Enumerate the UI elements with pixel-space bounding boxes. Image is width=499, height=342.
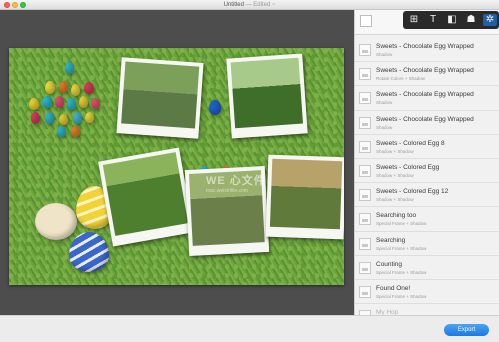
document-status: — Edited ~	[245, 2, 276, 8]
layer-thumbnail-icon	[359, 116, 371, 129]
chocolate-egg-wrapped[interactable]	[59, 81, 68, 93]
photo-frame-found-one[interactable]	[226, 53, 308, 139]
layer-effects: Special Frame + Shadow	[376, 269, 427, 275]
layer-effects: Special Frame + Shadow	[376, 245, 427, 251]
layer-row[interactable]: Searching Special Frame + Shadow	[355, 231, 499, 256]
photo-image	[102, 152, 189, 236]
layer-effects: Shadow + Shadow	[376, 148, 414, 154]
layer-thumbnail-icon	[359, 285, 371, 298]
layer-effects: Special Frame + Shadow	[376, 221, 427, 227]
layer-thumbnail-icon	[359, 140, 371, 153]
photo-frame-counting[interactable]	[116, 57, 204, 139]
chocolate-egg-wrapped[interactable]	[29, 98, 39, 110]
chocolate-egg-wrapped[interactable]	[84, 82, 94, 94]
add-clipart-icon[interactable]: ☗	[464, 14, 478, 26]
add-text-icon[interactable]: T	[426, 14, 440, 26]
chocolate-egg-wrapped[interactable]	[79, 96, 88, 108]
title-bar: Untitled — Edited ~	[0, 0, 499, 10]
chocolate-egg-wrapped[interactable]	[71, 126, 80, 137]
collage-canvas[interactable]	[9, 48, 344, 285]
layer-row[interactable]: Searching too Special Frame + Shadow	[355, 207, 499, 232]
layer-name: Searching too	[376, 212, 417, 220]
chocolate-egg-wrapped[interactable]	[55, 96, 64, 108]
export-button[interactable]: Export	[444, 324, 489, 336]
layer-effects: Shadow	[376, 124, 393, 130]
canvas-area: WE 心文件 mac.weixinfile.com	[0, 10, 354, 315]
layer-name: Counting	[376, 260, 403, 268]
layer-thumbnail-icon	[359, 261, 371, 274]
layer-row[interactable]: Counting Special Frame + Shadow	[355, 255, 499, 280]
layer-thumbnail-icon	[359, 164, 371, 177]
chocolate-egg-wrapped[interactable]	[91, 98, 100, 109]
layer-name: Sweets - Chocolate Egg Wrapped	[376, 115, 474, 123]
watermark-text: WE 心文件	[206, 175, 266, 187]
layer-effects: Shadow	[376, 100, 393, 106]
chocolate-egg-wrapped[interactable]	[42, 96, 52, 108]
document-name: Untitled	[223, 2, 244, 8]
photo-image	[230, 57, 304, 129]
layer-name: Found One!	[376, 284, 411, 292]
add-shape-icon[interactable]: ◧	[445, 14, 459, 26]
app-window: Untitled — Edited ~ WE 心文件 mac.weixinfil…	[0, 0, 499, 342]
document-title: Untitled — Edited ~	[0, 0, 499, 10]
colored-egg-cream[interactable]	[35, 203, 77, 240]
layer-row[interactable]: Sweets - Colored Egg 8 Shadow + Shadow	[355, 134, 499, 159]
chocolate-egg-wrapped[interactable]	[57, 126, 66, 137]
layer-thumbnail-icon	[359, 213, 371, 226]
layer-thumbnail-icon	[359, 189, 371, 202]
bottom-bar: Export	[0, 315, 499, 342]
layer-row[interactable]: Sweets - Colored Egg 12 Shadow + Shadow	[355, 183, 499, 208]
chocolate-egg-wrapped[interactable]	[85, 112, 94, 123]
layer-effects: Shadow + Shadow	[376, 197, 414, 203]
add-photo-icon[interactable]: ⊞	[407, 14, 421, 26]
photo-frame-searching[interactable]	[98, 147, 194, 247]
layer-thumbnail-icon	[359, 68, 371, 81]
watermark-subtext: mac.weixinfile.com	[206, 188, 248, 194]
layer-row[interactable]: Sweets - Colored Egg Shadow + Shadow	[355, 158, 499, 184]
layer-row[interactable]: Found One! Special Frame + Shadow	[355, 279, 499, 305]
layer-name: Sweets - Chocolate Egg Wrapped	[376, 43, 474, 50]
layer-name: Sweets - Chocolate Egg Wrapped	[376, 91, 474, 99]
chocolate-egg-wrapped[interactable]	[67, 98, 76, 110]
photo-frame-my-hop[interactable]	[265, 154, 344, 240]
photo-image	[269, 158, 343, 230]
layers-list: Sweets - Chocolate Egg Wrapped Shadow Swee…	[355, 38, 499, 329]
layer-thumbnail-icon	[359, 44, 371, 56]
layer-thumbnail-icon	[359, 92, 371, 105]
layer-row[interactable]: Sweets - Chocolate Egg Wrapped Shadow	[355, 86, 499, 111]
settings-gear-icon[interactable]: ✲	[483, 14, 497, 26]
chocolate-egg-wrapped[interactable]	[209, 100, 221, 115]
layer-thumbnail-icon	[359, 237, 371, 250]
layer-name: Searching	[376, 236, 406, 244]
layer-name: Sweets - Chocolate Egg Wrapped	[376, 67, 474, 75]
colored-egg-blue-stripes[interactable]	[69, 232, 109, 272]
chocolate-egg-wrapped[interactable]	[73, 112, 82, 124]
layer-effects: Shadow	[376, 52, 393, 57]
chocolate-egg-wrapped[interactable]	[65, 62, 74, 74]
color-swatch[interactable]	[360, 15, 372, 27]
chocolate-egg-wrapped[interactable]	[31, 112, 40, 124]
chocolate-egg-wrapped[interactable]	[45, 112, 54, 124]
layer-row[interactable]: Sweets - Chocolate Egg Wrapped Rotate Col…	[355, 62, 499, 87]
layer-name: Sweets - Colored Egg	[376, 163, 440, 171]
layer-effects: Shadow + Shadow	[376, 172, 414, 178]
watermark: WE 心文件 mac.weixinfile.com	[206, 172, 266, 194]
photo-image	[121, 61, 200, 129]
layer-row[interactable]: Sweets - Chocolate Egg Wrapped Shadow	[355, 38, 499, 63]
chocolate-egg-wrapped[interactable]	[59, 114, 68, 125]
layer-effects: Rotate Colors + Shadow	[376, 76, 425, 82]
layers-panel: × Sweets - Chocolate Egg WrappedShadowSw…	[354, 10, 499, 329]
layer-row[interactable]: Sweets - Chocolate Egg Wrapped Shadow	[355, 110, 499, 135]
tools-toolbar: ⊞ T ◧ ☗ ✲	[403, 11, 499, 29]
chocolate-egg-wrapped[interactable]	[45, 81, 55, 94]
layer-name: Sweets - Colored Egg 8	[376, 139, 445, 147]
layer-effects: Special Frame + Shadow	[376, 293, 427, 299]
layer-name: Sweets - Colored Egg 12	[376, 188, 449, 196]
chocolate-egg-wrapped[interactable]	[71, 84, 80, 96]
